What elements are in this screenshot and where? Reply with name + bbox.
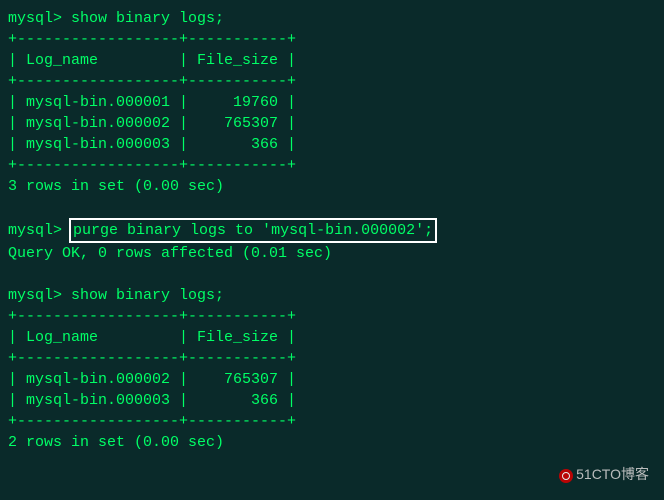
result-summary: 2 rows in set (0.00 sec) — [8, 432, 656, 453]
table-row: | mysql-bin.000002 | 765307 | — [8, 369, 656, 390]
watermark: 51CTO博客 — [559, 465, 649, 485]
watermark-text: 51CTO博客 — [576, 466, 649, 482]
cmd-line-2: mysql> purge binary logs to 'mysql-bin.0… — [8, 218, 656, 243]
watermark-icon — [559, 469, 573, 483]
highlighted-command: purge binary logs to 'mysql-bin.000002'; — [69, 218, 437, 243]
table-border: +------------------+-----------+ — [8, 155, 656, 176]
table-border: +------------------+-----------+ — [8, 29, 656, 50]
table-row: | mysql-bin.000001 | 19760 | — [8, 92, 656, 113]
table-row: | mysql-bin.000002 | 765307 | — [8, 113, 656, 134]
prompt: mysql> — [8, 287, 62, 304]
blank-line — [8, 264, 656, 285]
table-border: +------------------+-----------+ — [8, 348, 656, 369]
table-row: | mysql-bin.000003 | 366 | — [8, 134, 656, 155]
prompt: mysql> — [8, 222, 62, 239]
command-text: show binary logs; — [71, 10, 224, 27]
result-summary: 3 rows in set (0.00 sec) — [8, 176, 656, 197]
table-row: | mysql-bin.000003 | 366 | — [8, 390, 656, 411]
cmd-line-1: mysql> show binary logs; — [8, 8, 656, 29]
table-header: | Log_name | File_size | — [8, 50, 656, 71]
blank-line — [8, 197, 656, 218]
prompt: mysql> — [8, 10, 62, 27]
table-border: +------------------+-----------+ — [8, 71, 656, 92]
table-border: +------------------+-----------+ — [8, 306, 656, 327]
cmd-line-3: mysql> show binary logs; — [8, 285, 656, 306]
query-result: Query OK, 0 rows affected (0.01 sec) — [8, 243, 656, 264]
command-text: show binary logs; — [71, 287, 224, 304]
table-border: +------------------+-----------+ — [8, 411, 656, 432]
table-header: | Log_name | File_size | — [8, 327, 656, 348]
